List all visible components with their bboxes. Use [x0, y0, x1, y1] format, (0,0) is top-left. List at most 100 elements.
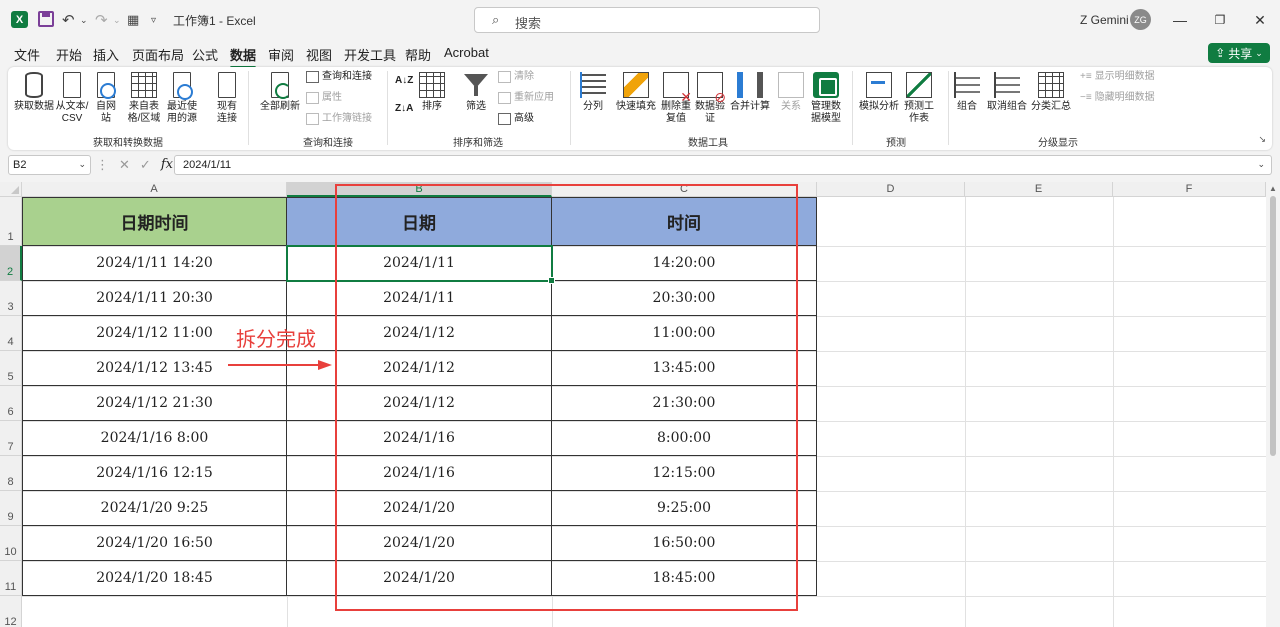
tab-data[interactable]: 数据 [230, 45, 257, 69]
workbook-links-button[interactable]: 工作簿链接 [306, 113, 372, 125]
group-button[interactable]: 组合 [954, 72, 980, 113]
row-header[interactable]: 4 [0, 316, 22, 351]
header-cell-time[interactable]: 时间 [552, 197, 817, 246]
name-box[interactable]: B2 ⌄ [8, 155, 91, 175]
scroll-up-icon[interactable]: ▲ [1269, 184, 1277, 193]
avatar[interactable]: ZG [1130, 9, 1151, 30]
enter-icon[interactable]: ✓ [140, 157, 151, 173]
vertical-scrollbar[interactable]: ▲ [1266, 182, 1280, 627]
what-if-analysis-button[interactable]: 模拟分析 [857, 72, 901, 113]
column-header-b[interactable]: B [287, 182, 552, 197]
table-cell-date[interactable]: 2024/1/12 [287, 316, 552, 351]
clear-button[interactable]: 清除 [498, 71, 534, 83]
forecast-sheet-button[interactable]: 预测工作表 [904, 72, 934, 125]
table-cell-time[interactable]: 9:25:00 [552, 491, 817, 526]
table-cell-date[interactable]: 2024/1/20 [287, 491, 552, 526]
table-cell-datetime[interactable]: 2024/1/11 14:20 [22, 246, 287, 281]
row-header[interactable]: 5 [0, 351, 22, 386]
existing-connections-button[interactable]: 现有连接 [214, 72, 240, 125]
data-validation-button[interactable]: 数据验证 [694, 72, 726, 125]
table-cell-date[interactable]: 2024/1/16 [287, 456, 552, 491]
advanced-filter-button[interactable]: 高级 [498, 113, 534, 125]
remove-duplicates-button[interactable]: 删除重复值 [660, 72, 692, 125]
table-cell-datetime[interactable]: 2024/1/12 21:30 [22, 386, 287, 421]
column-header-d[interactable]: D [817, 182, 965, 197]
table-cell-time[interactable]: 16:50:00 [552, 526, 817, 561]
text-to-columns-button[interactable]: 分列 [580, 72, 606, 113]
properties-button[interactable]: 属性 [306, 92, 342, 104]
from-text-csv-button[interactable]: 从文本/CSV [54, 72, 90, 125]
table-cell-time[interactable]: 14:20:00 [552, 246, 817, 281]
scrollbar-thumb[interactable] [1270, 196, 1276, 456]
from-table-range-button[interactable]: 来自表格/区域 [126, 72, 162, 125]
refresh-all-button[interactable]: 全部刷新 [258, 72, 302, 113]
sort-descending-button[interactable]: Z↓A [395, 103, 413, 115]
table-cell-date[interactable]: 2024/1/20 [287, 526, 552, 561]
table-cell-datetime[interactable]: 2024/1/20 18:45 [22, 561, 287, 596]
save-icon[interactable] [38, 11, 54, 27]
subtotal-button[interactable]: 分类汇总 [1030, 72, 1072, 113]
hide-detail-button[interactable]: −≡ 隐藏明细数据 [1080, 92, 1155, 104]
row-header[interactable]: 6 [0, 386, 22, 421]
show-detail-button[interactable]: +≡ 显示明细数据 [1080, 71, 1155, 83]
table-cell-datetime[interactable]: 2024/1/20 9:25 [22, 491, 287, 526]
chevron-down-icon[interactable]: ⌄ [1257, 159, 1265, 170]
form-icon[interactable]: ▦ [127, 11, 139, 29]
column-header-e[interactable]: E [965, 182, 1113, 197]
from-web-button[interactable]: 自网站 [94, 72, 118, 125]
table-cell-time[interactable]: 20:30:00 [552, 281, 817, 316]
table-cell-time[interactable]: 12:15:00 [552, 456, 817, 491]
recent-sources-button[interactable]: 最近使用的源 [164, 72, 200, 125]
column-header-a[interactable]: A [22, 182, 287, 197]
tab-home[interactable]: 开始 [56, 45, 82, 64]
table-cell-date[interactable]: 2024/1/12 [287, 386, 552, 421]
row-header[interactable]: 11 [0, 561, 22, 596]
flash-fill-button[interactable]: 快速填充 [613, 72, 659, 113]
formula-input[interactable]: 2024/1/11 ⌄ [174, 155, 1272, 175]
table-cell-date[interactable]: 2024/1/16 [287, 421, 552, 456]
redo-dropdown-icon[interactable]: ⌄ [113, 11, 121, 29]
share-button[interactable]: ⇪ 共享 ⌄ [1208, 43, 1270, 63]
tab-page-layout[interactable]: 页面布局 [132, 45, 184, 64]
row-header[interactable]: 3 [0, 281, 22, 316]
undo-icon[interactable]: ↶ [62, 11, 75, 29]
table-cell-time[interactable]: 13:45:00 [552, 351, 817, 386]
filter-button[interactable]: 筛选 [462, 72, 490, 113]
ungroup-button[interactable]: 取消组合 [986, 72, 1028, 113]
sort-ascending-button[interactable]: A↓Z [395, 75, 413, 87]
header-cell-datetime[interactable]: 日期时间 [22, 197, 287, 246]
reapply-button[interactable]: 重新应用 [498, 92, 554, 104]
tab-file[interactable]: 文件 [14, 45, 40, 64]
row-header[interactable]: 12 [0, 596, 22, 627]
get-data-button[interactable]: 获取数据 [14, 72, 54, 113]
table-cell-time[interactable]: 18:45:00 [552, 561, 817, 596]
data-model-button[interactable]: 管理数据模型 [808, 72, 844, 125]
row-header[interactable]: 7 [0, 421, 22, 456]
row-header[interactable]: 8 [0, 456, 22, 491]
customize-toolbar-icon[interactable]: ▿ [151, 11, 156, 29]
tab-developer[interactable]: 开发工具 [344, 45, 396, 64]
insert-function-icon[interactable]: fx [161, 157, 173, 173]
tab-formulas[interactable]: 公式 [192, 45, 218, 64]
dialog-launcher-icon[interactable]: ↘ [1258, 134, 1266, 145]
table-cell-time[interactable]: 21:30:00 [552, 386, 817, 421]
select-all-corner[interactable] [0, 182, 22, 197]
relationships-button[interactable]: 关系 [778, 72, 804, 113]
redo-icon[interactable]: ↷ [95, 11, 108, 29]
table-cell-datetime[interactable]: 2024/1/16 8:00 [22, 421, 287, 456]
table-cell-date[interactable]: 2024/1/11 [287, 246, 552, 281]
search-box[interactable]: ⌕ 搜索 [474, 7, 820, 33]
restore-icon[interactable]: ❐ [1208, 8, 1232, 32]
row-header[interactable]: 1 [0, 197, 22, 246]
tab-review[interactable]: 审阅 [268, 45, 294, 64]
tab-view[interactable]: 视图 [306, 45, 332, 64]
undo-dropdown-icon[interactable]: ⌄ [80, 11, 88, 29]
table-cell-datetime[interactable]: 2024/1/11 20:30 [22, 281, 287, 316]
table-cell-time[interactable]: 11:00:00 [552, 316, 817, 351]
tab-acrobat[interactable]: Acrobat [444, 45, 489, 60]
cancel-icon[interactable]: ✕ [119, 157, 130, 173]
column-header-f[interactable]: F [1113, 182, 1266, 197]
row-header[interactable]: 10 [0, 526, 22, 561]
table-cell-date[interactable]: 2024/1/11 [287, 281, 552, 316]
close-icon[interactable]: ✕ [1248, 8, 1272, 32]
